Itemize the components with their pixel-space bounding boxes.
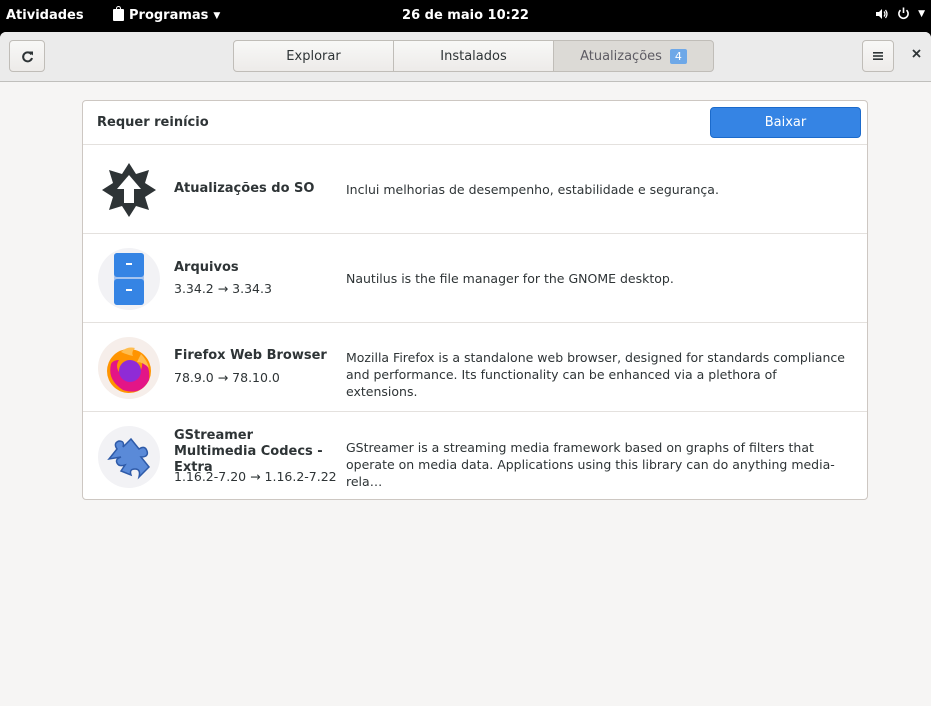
system-menu-arrow-icon: ▼ bbox=[918, 8, 925, 19]
app-description: Mozilla Firefox is a standalone web brow… bbox=[346, 350, 845, 399]
tab-explore-label: Explorar bbox=[286, 48, 341, 64]
tab-updates-label: Atualizações bbox=[580, 48, 662, 64]
refresh-button[interactable] bbox=[9, 40, 45, 72]
app-name: Atualizações do SO bbox=[174, 181, 315, 196]
os-update-icon bbox=[97, 158, 161, 222]
system-menu[interactable]: ▼ bbox=[875, 7, 925, 20]
tab-updates[interactable]: Atualizações 4 bbox=[553, 40, 714, 72]
app-description: Inclui melhorias de desempenho, estabili… bbox=[346, 182, 719, 197]
power-icon bbox=[898, 7, 909, 20]
app-name: Firefox Web Browser bbox=[174, 348, 327, 363]
menu-button[interactable] bbox=[862, 40, 894, 72]
software-window: Explorar Instalados Atualizações 4 Reque… bbox=[0, 32, 931, 706]
download-button[interactable]: Baixar bbox=[710, 107, 861, 138]
updates-page: Requer reinício Baixar Atualizações do S… bbox=[0, 83, 931, 706]
list-item[interactable]: Atualizações do SO Inclui melhorias de d… bbox=[83, 145, 867, 234]
view-switcher: Explorar Instalados Atualizações 4 bbox=[233, 40, 714, 72]
hamburger-icon bbox=[873, 52, 883, 60]
app-version: 78.9.0 → 78.10.0 bbox=[174, 370, 280, 385]
app-version: 1.16.2-7.20 → 1.16.2-7.22 bbox=[174, 469, 337, 484]
list-item[interactable]: GStreamer Multimedia Codecs - Extra 1.16… bbox=[83, 412, 867, 499]
refresh-icon bbox=[21, 50, 33, 62]
app-version: 3.34.2 → 3.34.3 bbox=[174, 281, 272, 296]
tab-explore[interactable]: Explorar bbox=[233, 40, 394, 72]
list-item[interactable]: Arquivos 3.34.2 → 3.34.3 Nautilus is the… bbox=[83, 234, 867, 323]
header-bar: Explorar Instalados Atualizações 4 bbox=[0, 32, 931, 82]
close-button[interactable] bbox=[912, 47, 921, 62]
files-app-icon bbox=[97, 247, 161, 311]
download-button-label: Baixar bbox=[764, 115, 807, 130]
close-icon bbox=[912, 49, 921, 58]
puzzle-piece-icon bbox=[97, 425, 161, 489]
firefox-icon bbox=[97, 336, 161, 400]
list-item[interactable]: Firefox Web Browser 78.9.0 → 78.10.0 Moz… bbox=[83, 323, 867, 412]
section-title: Requer reinício bbox=[97, 115, 209, 130]
clock[interactable]: 26 de maio 10:22 bbox=[0, 8, 931, 23]
app-description: Nautilus is the file manager for the GNO… bbox=[346, 271, 674, 286]
app-description: GStreamer is a streaming media framework… bbox=[346, 440, 835, 489]
top-bar: Atividades Programas ▼ 26 de maio 10:22 … bbox=[0, 0, 931, 32]
volume-icon bbox=[876, 8, 888, 19]
app-name: Arquivos bbox=[174, 260, 239, 275]
updates-count-badge: 4 bbox=[669, 48, 687, 64]
section-header: Requer reinício Baixar bbox=[83, 101, 867, 145]
tab-installed[interactable]: Instalados bbox=[393, 40, 554, 72]
tab-installed-label: Instalados bbox=[440, 48, 507, 64]
updates-list: Requer reinício Baixar Atualizações do S… bbox=[82, 100, 868, 500]
